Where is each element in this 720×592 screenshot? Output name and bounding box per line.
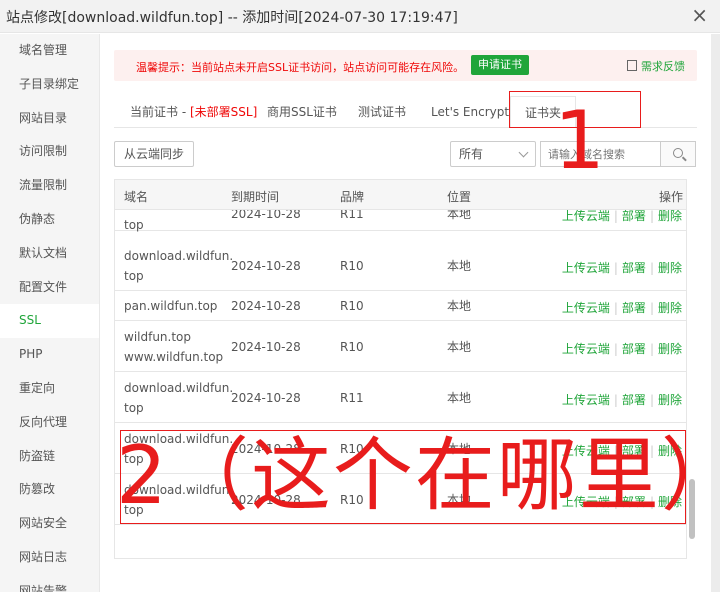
title-bar: 站点修改[download.wildfun.top] -- 添加时间[2024-… xyxy=(0,0,720,33)
sidebar-item[interactable]: 访问限制 xyxy=(0,135,99,169)
table-header: 域名 到期时间 品牌 位置 操作 xyxy=(115,180,686,210)
delete-link[interactable]: 删除 xyxy=(658,209,682,223)
deploy-link[interactable]: 部署 xyxy=(622,342,646,356)
header-action: 操作 xyxy=(659,190,684,204)
upload-cloud-link[interactable]: 上传云端 xyxy=(562,393,610,407)
feedback-link[interactable]: 需求反馈 xyxy=(627,58,685,74)
sidebar-item[interactable]: PHP xyxy=(0,338,99,372)
toolbar: 从云端同步 所有 xyxy=(114,141,697,169)
warning-message: 温馨提示：当前站点未开启SSL证书访问，站点访问可能存在风险。 xyxy=(136,61,465,74)
tab-test[interactable]: 测试证书 xyxy=(358,96,406,128)
cell-brand: R11 xyxy=(340,390,364,405)
ssl-warning-notice: 温馨提示：当前站点未开启SSL证书访问，站点访问可能存在风险。 申请证书 需求反… xyxy=(114,50,697,81)
sync-from-cloud-button[interactable]: 从云端同步 xyxy=(114,141,195,167)
close-icon[interactable]: × xyxy=(691,4,708,26)
cell-domain: top xyxy=(124,218,144,232)
cell-domain: download.wildfun. xyxy=(124,380,234,395)
deploy-link[interactable]: 部署 xyxy=(622,393,646,407)
tab-current-cert-label: 当前证书 - xyxy=(130,105,190,119)
annotation-text-2: 2（这个在哪里） xyxy=(116,429,720,522)
sidebar-item[interactable]: 配置文件 xyxy=(0,271,99,305)
sidebar-item[interactable]: 反向代理 xyxy=(0,406,99,440)
sidebar-item[interactable]: 重定向 xyxy=(0,372,99,406)
header-domain: 域名 xyxy=(124,190,149,204)
upload-cloud-link[interactable]: 上传云端 xyxy=(562,342,610,356)
apply-cert-button[interactable]: 申请证书 xyxy=(471,55,529,75)
tab-letsencrypt[interactable]: Let's Encrypt xyxy=(431,96,509,128)
sidebar-item[interactable]: 防盗链 xyxy=(0,440,99,474)
sidebar-item[interactable]: 默认文档 xyxy=(0,237,99,271)
cell-brand: R10 xyxy=(340,258,364,273)
cell-domain-cont: top xyxy=(124,268,144,283)
row-actions: 上传云端 | 部署 | 删除 xyxy=(561,392,682,407)
edit-icon xyxy=(627,60,637,71)
upload-cloud-link[interactable]: 上传云端 xyxy=(562,301,610,315)
row-actions: 上传云端 | 部署 | 删除 xyxy=(561,341,682,356)
cell-expire: 2024-10-28 xyxy=(231,390,301,405)
cell-domain-cont: www.wildfun.top xyxy=(124,349,224,364)
cell-expire: 2024-10-28 xyxy=(231,339,301,354)
cell-domain: download.wildfun. xyxy=(124,248,234,263)
dialog-title: 站点修改[download.wildfun.top] -- 添加时间[2024-… xyxy=(6,10,458,26)
cell-domain-cont: top xyxy=(124,400,144,415)
cell-expire: 2024-10-28 xyxy=(231,258,301,273)
sidebar-item[interactable]: 子目录绑定 xyxy=(0,68,99,102)
cell-domain: wildfun.top xyxy=(124,329,192,344)
sidebar-item[interactable]: 网站安全 xyxy=(0,507,99,541)
tab-current-cert[interactable]: 当前证书 - [未部署SSL] xyxy=(130,96,257,128)
upload-cloud-link[interactable]: 上传云端 xyxy=(562,261,610,275)
table-row: pan.wildfun.top 2024-10-28 R10 本地 上传云端 | 部署 | 删除 xyxy=(115,291,686,321)
delete-link[interactable]: 删除 xyxy=(658,393,682,407)
tab-commercial[interactable]: 商用SSL证书 xyxy=(267,96,337,128)
annotation-number-1: 1 xyxy=(554,94,605,187)
tab-current-cert-status: [未部署SSL] xyxy=(189,105,258,119)
sidebar-item[interactable]: 防篡改 xyxy=(0,473,99,507)
search-button[interactable] xyxy=(660,141,696,167)
header-location: 位置 xyxy=(447,190,472,204)
feedback-label: 需求反馈 xyxy=(641,60,685,73)
site-edit-dialog: 站点修改[download.wildfun.top] -- 添加时间[2024-… xyxy=(0,0,720,592)
header-expire: 到期时间 xyxy=(231,190,280,204)
sidebar: 域名管理 子目录绑定 网站目录 访问限制 流量限制 伪静态 默认文档 配置文件 SSL PHP 重定… xyxy=(0,34,100,592)
cell-brand: R10 xyxy=(340,339,364,354)
deploy-link[interactable]: 部署 xyxy=(622,301,646,315)
sidebar-item[interactable]: 网站目录 xyxy=(0,102,99,136)
chevron-down-icon xyxy=(518,147,529,158)
sidebar-item[interactable]: SSL xyxy=(0,304,99,339)
header-brand: 品牌 xyxy=(340,190,365,204)
sidebar-item[interactable]: 网站告警 xyxy=(0,575,99,592)
row-actions: 上传云端 | 部署 | 删除 xyxy=(561,301,682,315)
cell-domain: pan.wildfun.top xyxy=(124,299,218,313)
filter-value: 所有 xyxy=(459,147,484,161)
upload-cloud-link[interactable]: 上传云端 xyxy=(562,209,610,223)
sidebar-item[interactable]: 网站日志 xyxy=(0,541,99,575)
search-icon xyxy=(673,148,683,158)
filter-select[interactable]: 所有 xyxy=(450,141,536,167)
cell-expire: 2024-10-28 xyxy=(231,299,301,313)
delete-link[interactable]: 删除 xyxy=(658,301,682,315)
sidebar-item[interactable]: 伪静态 xyxy=(0,203,99,237)
sidebar-item[interactable]: 流量限制 xyxy=(0,169,99,203)
cell-brand: R10 xyxy=(340,299,364,313)
deploy-link[interactable]: 部署 xyxy=(622,261,646,275)
delete-link[interactable]: 删除 xyxy=(658,261,682,275)
sidebar-item[interactable]: 域名管理 xyxy=(0,34,99,68)
table-row: download.wildfun. top 2024-10-28 R10 本地 上传云端 |… xyxy=(115,240,686,291)
deploy-link[interactable]: 部署 xyxy=(622,209,646,223)
delete-link[interactable]: 删除 xyxy=(658,342,682,356)
cell-location: 本地 xyxy=(447,299,472,313)
table-row: wildfun.top www.wildfun.top 2024-10-28 R10 本… xyxy=(115,321,686,372)
cell-location: 本地 xyxy=(447,390,472,405)
row-actions: 上传云端 | 部署 | 删除 xyxy=(561,260,682,275)
cell-location: 本地 xyxy=(447,258,472,273)
cell-location: 本地 xyxy=(447,339,472,354)
table-row: download.wildfun. top 2024-10-28 R11 本地 上传云端 |… xyxy=(115,372,686,423)
